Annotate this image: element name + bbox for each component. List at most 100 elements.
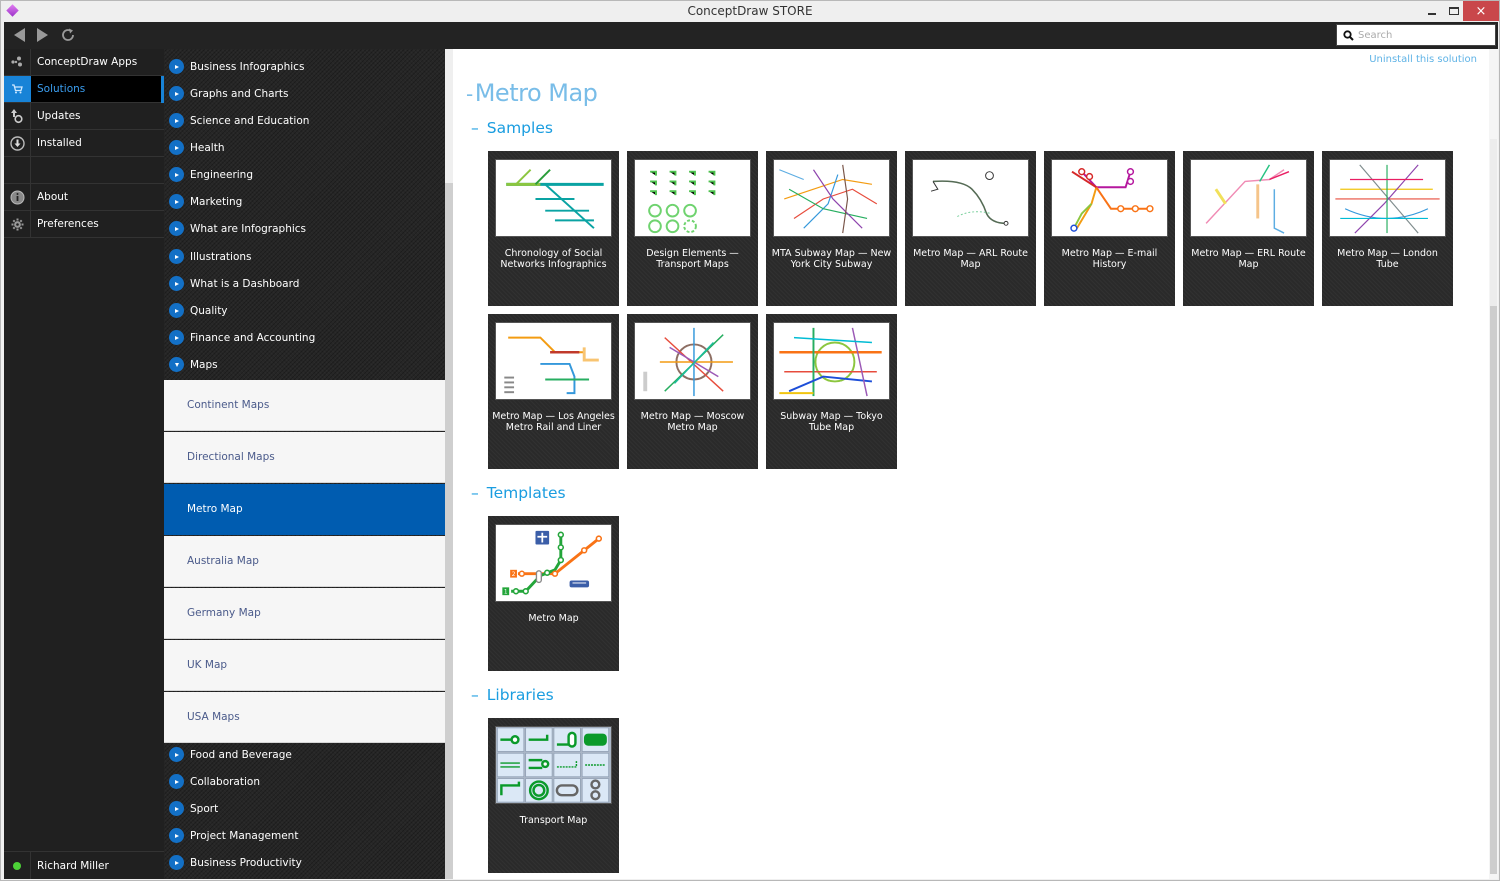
subcategory-item[interactable]: Australia Map: [164, 536, 445, 587]
category-item[interactable]: Finance and Accounting: [164, 324, 445, 351]
search-input[interactable]: [1358, 29, 1488, 41]
expand-icon: [169, 221, 184, 236]
category-item-maps[interactable]: Maps: [164, 351, 445, 378]
sample-card[interactable]: Design Elements — Transport Maps: [627, 151, 758, 306]
maximize-icon: [1449, 7, 1459, 15]
category-item[interactable]: Quality: [164, 297, 445, 324]
subcategory-item[interactable]: UK Map: [164, 640, 445, 691]
expand-icon: [169, 276, 184, 291]
sample-title: Metro Map — London Tube: [1337, 248, 1438, 270]
expand-icon: [169, 249, 184, 264]
sample-title: Metro Map — ERL Route Map: [1191, 248, 1306, 270]
category-scrollbar[interactable]: [445, 49, 453, 879]
category-panel: Business Infographics Graphs and Charts …: [164, 49, 445, 879]
expand-icon: [169, 774, 184, 789]
section-libraries-header[interactable]: – Libraries: [471, 686, 554, 704]
nav-item-updates[interactable]: Updates: [4, 103, 164, 130]
online-status-icon: [13, 861, 21, 870]
sample-card[interactable]: Metro Map — E-mail History: [1044, 151, 1175, 306]
close-icon: ×: [1475, 3, 1487, 19]
expand-icon: [169, 140, 184, 155]
expand-icon: [169, 113, 184, 128]
category-item[interactable]: Graphs and Charts: [164, 80, 445, 107]
subcategory-item[interactable]: USA Maps: [164, 692, 445, 743]
sample-card[interactable]: Metro Map — ERL Route Map: [1183, 151, 1314, 306]
sample-thumbnail: [773, 322, 890, 400]
category-item[interactable]: Project Management: [164, 822, 445, 849]
download-icon: [4, 130, 31, 156]
line-1-label: 1: [504, 590, 508, 596]
category-item[interactable]: Science and Education: [164, 107, 445, 134]
category-item[interactable]: Food and Beverage: [164, 741, 445, 768]
sample-thumbnail: [495, 322, 612, 400]
subcategory-item[interactable]: Germany Map: [164, 588, 445, 639]
nav-item-solutions[interactable]: Solutions: [4, 76, 164, 103]
category-item[interactable]: Health: [164, 134, 445, 161]
category-item[interactable]: Sport: [164, 795, 445, 822]
sample-card[interactable]: Chronology of Social Networks Infographi…: [488, 151, 619, 306]
sample-thumbnail: [773, 159, 890, 237]
sample-thumbnail: [634, 159, 751, 237]
expand-icon: [169, 828, 184, 843]
nav-item-installed[interactable]: Installed: [4, 130, 164, 157]
category-item[interactable]: Business Productivity: [164, 849, 445, 876]
subcategory-item[interactable]: Directional Maps: [164, 432, 445, 483]
content-scrollbar[interactable]: [1489, 49, 1498, 879]
subcategory-item-active[interactable]: Metro Map: [164, 484, 445, 535]
main-nav: ConceptDraw Apps Solutions Updates Insta…: [4, 49, 164, 879]
uninstall-link[interactable]: Uninstall this solution: [1369, 54, 1477, 65]
sample-title: Subway Map — Tokyo Tube Map: [780, 411, 883, 433]
category-item[interactable]: What is a Dashboard: [164, 270, 445, 297]
library-card[interactable]: Transport Map: [488, 718, 619, 873]
category-item[interactable]: Illustrations: [164, 243, 445, 270]
nav-item-preferences[interactable]: Preferences: [4, 211, 164, 238]
expand-icon: [169, 167, 184, 182]
sample-card[interactable]: MTA Subway Map — New York City Subway: [766, 151, 897, 306]
section-samples-header[interactable]: – Samples: [471, 119, 553, 137]
sample-thumbnail: [495, 159, 612, 237]
updates-icon: [4, 103, 31, 129]
back-arrow-icon: [13, 28, 25, 42]
sample-title: Metro Map — ARL Route Map: [913, 248, 1028, 270]
nav-item-conceptdraw-apps[interactable]: ConceptDraw Apps: [4, 49, 164, 76]
search-icon: [1343, 29, 1354, 41]
gear-icon: [4, 211, 31, 237]
reload-icon: [62, 28, 74, 41]
subcategory-item[interactable]: Continent Maps: [164, 380, 445, 431]
sample-title: Metro Map — E-mail History: [1061, 248, 1158, 270]
expand-icon: [169, 855, 184, 870]
window-title: ConceptDraw STORE: [687, 4, 813, 18]
user-account[interactable]: Richard Miller: [4, 851, 164, 879]
back-button[interactable]: [11, 27, 27, 43]
category-item[interactable]: Business Infographics: [164, 53, 445, 80]
sample-card[interactable]: Metro Map — Moscow Metro Map: [627, 314, 758, 469]
expand-icon: [169, 330, 184, 345]
page-title: -Metro Map: [466, 79, 598, 107]
category-item[interactable]: Collaboration: [164, 768, 445, 795]
collapse-icon: [169, 357, 184, 372]
category-item[interactable]: Engineering: [164, 161, 445, 188]
search-field[interactable]: [1336, 24, 1496, 46]
sample-card[interactable]: Metro Map — London Tube: [1322, 151, 1453, 306]
category-item[interactable]: Marketing: [164, 188, 445, 215]
sample-card[interactable]: Metro Map — Los Angeles Metro Rail and L…: [488, 314, 619, 469]
library-title: Transport Map: [519, 815, 588, 826]
scrollbar-thumb[interactable]: [445, 49, 453, 183]
sample-card[interactable]: Metro Map — ARL Route Map: [905, 151, 1036, 306]
close-button[interactable]: ×: [1463, 1, 1499, 21]
sample-thumbnail: [912, 159, 1029, 237]
sample-thumbnail: [1329, 159, 1446, 237]
template-card[interactable]: 2 1 Metro Map: [488, 516, 619, 671]
sample-thumbnail: [1051, 159, 1168, 237]
sample-card[interactable]: Subway Map — Tokyo Tube Map: [766, 314, 897, 469]
reload-button[interactable]: [60, 27, 76, 43]
forward-button[interactable]: [34, 27, 50, 43]
nav-item-about[interactable]: About: [4, 184, 164, 211]
template-thumbnail: 2 1: [495, 524, 612, 602]
expand-icon: [169, 303, 184, 318]
category-item[interactable]: What are Infographics: [164, 215, 445, 242]
scrollbar-thumb[interactable]: [1490, 306, 1497, 874]
sample-title: Design Elements — Transport Maps: [646, 248, 739, 270]
section-templates-header[interactable]: – Templates: [471, 484, 566, 502]
sample-thumbnail: [1190, 159, 1307, 237]
